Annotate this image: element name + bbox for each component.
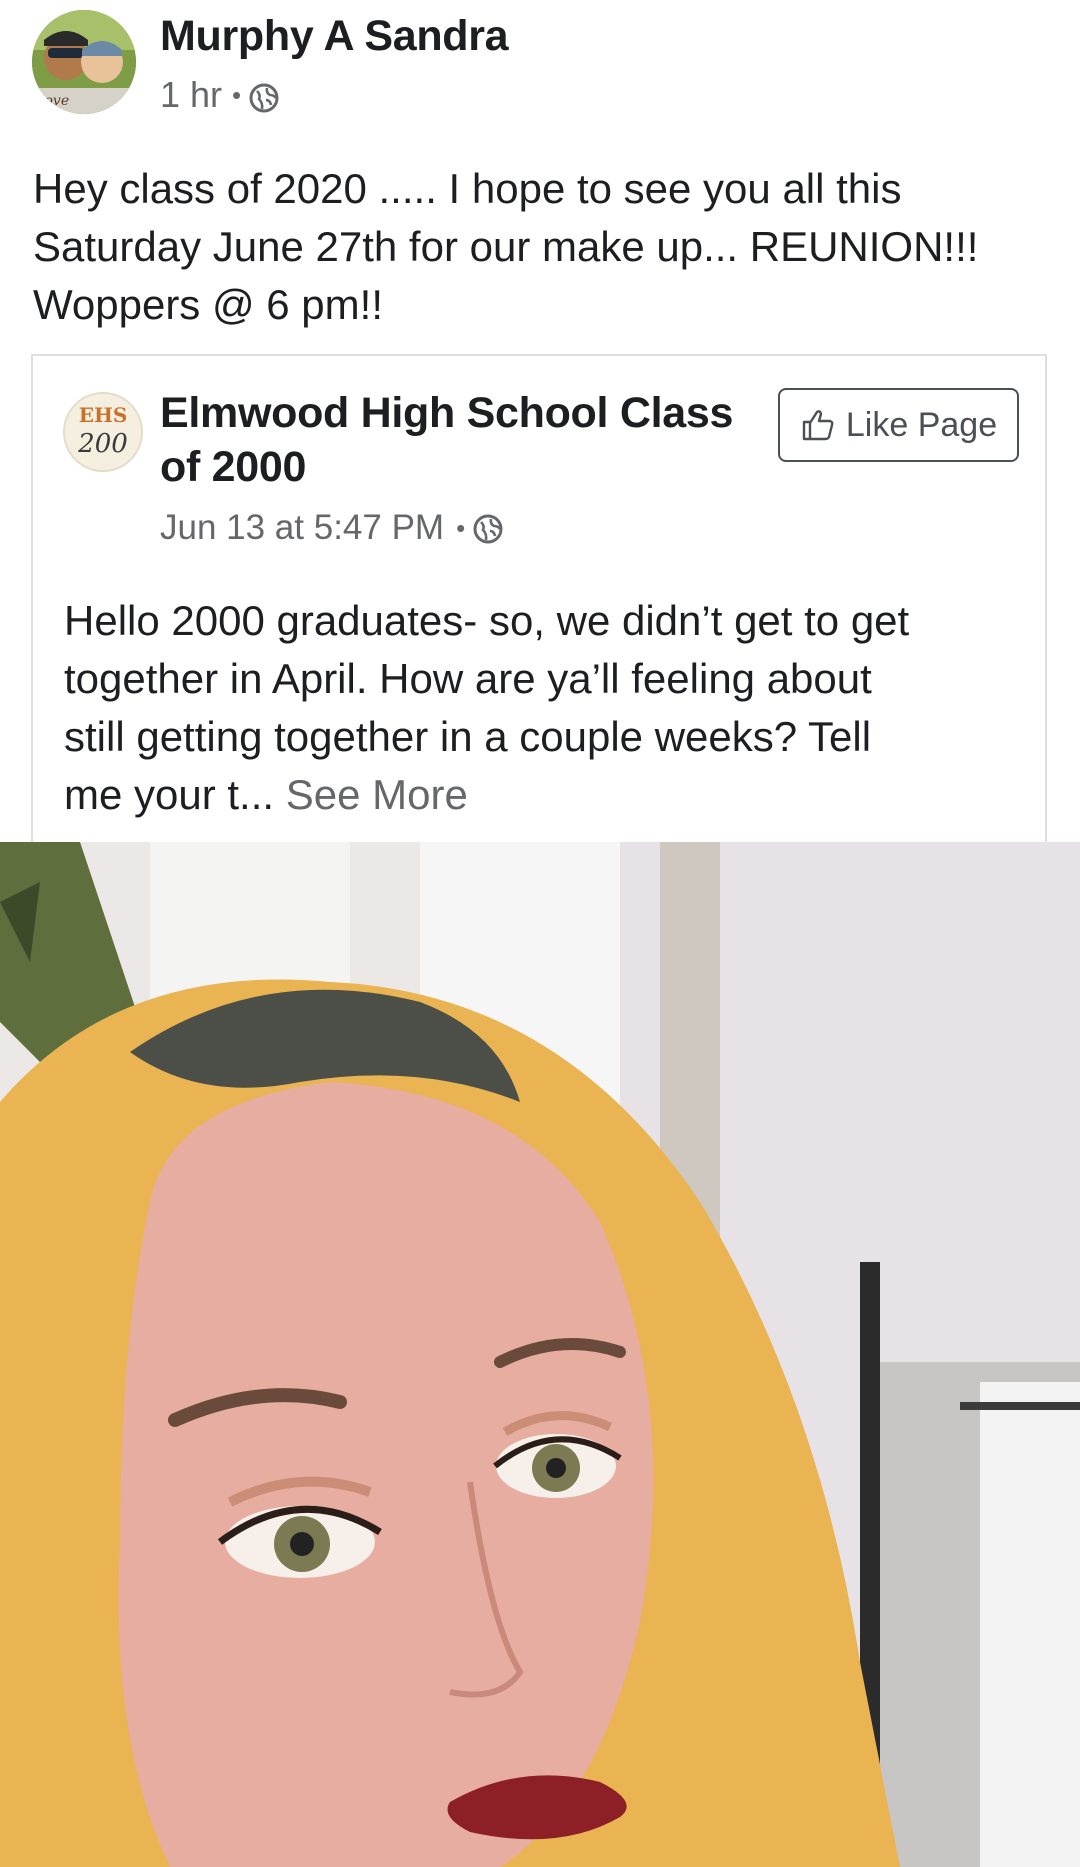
post-time[interactable]: 1 hr	[160, 74, 222, 116]
globe-icon	[249, 80, 279, 113]
svg-text:200: 200	[77, 429, 128, 459]
post-text-line: Saturday June 27th for our make up... RE…	[33, 223, 979, 270]
shared-post-timestamp[interactable]: Jun 13 at 5:47 PM	[160, 508, 444, 548]
post-photo[interactable]	[0, 842, 1080, 1867]
page-avatar[interactable]: EHS 200	[63, 392, 143, 472]
author-name[interactable]: Murphy A Sandra	[160, 12, 509, 61]
shared-text-line: Hello 2000 graduates- so, we didn’t get …	[64, 597, 910, 644]
post-text-line: Woppers @ 6 pm!!	[33, 281, 383, 328]
see-more-link[interactable]: See More	[286, 771, 468, 818]
page-name-line: Elmwood High School Class	[160, 389, 734, 437]
post-text-line: Hey class of 2020 ..... I hope to see yo…	[33, 165, 902, 212]
meta-separator: •	[456, 512, 466, 543]
like-page-button[interactable]: Like Page	[778, 388, 1019, 462]
svg-text:love: love	[40, 93, 69, 109]
author-avatar[interactable]: love	[32, 10, 136, 114]
shared-text-line: still getting together in a couple weeks…	[64, 713, 872, 760]
post-text: Hey class of 2020 ..... I hope to see yo…	[33, 160, 1053, 334]
post-meta: 1 hr •	[160, 74, 279, 116]
like-page-label: Like Page	[845, 405, 998, 444]
meta-separator: •	[232, 79, 242, 110]
shared-post-meta: Jun 13 at 5:47 PM •	[160, 508, 503, 548]
shared-text-truncated: me your t...	[64, 771, 275, 818]
shared-post-text: Hello 2000 graduates- so, we didn’t get …	[64, 592, 1024, 824]
selfie-image	[0, 842, 1080, 1867]
globe-icon	[473, 513, 503, 544]
shared-post-card[interactable]: EHS 200 Elmwood High School Class of 200…	[31, 354, 1047, 844]
post-header: love Murphy A Sandra 1 hr •	[0, 0, 1080, 130]
shared-text-line: together in April. How are ya’ll feeling…	[64, 655, 872, 702]
thumbs-up-icon	[802, 410, 834, 441]
shared-text-line: me your t... See More	[64, 766, 1024, 824]
svg-text:EHS: EHS	[79, 403, 128, 427]
page-name-line: of 2000	[160, 443, 307, 491]
page-name[interactable]: Elmwood High School Class of 2000	[160, 386, 790, 494]
